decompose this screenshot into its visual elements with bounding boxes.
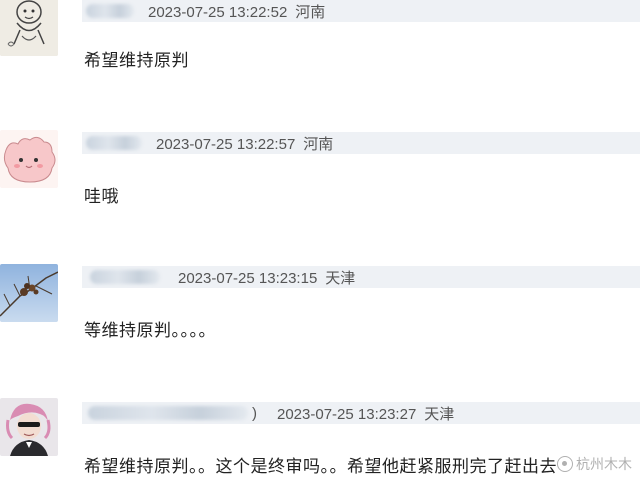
comment-location: 天津 [325, 269, 356, 287]
watermark-text: 杭州木木 [576, 457, 632, 473]
comment-location: 河南 [295, 3, 326, 21]
watermark: 杭州木木 [557, 454, 632, 474]
comment-meta: 2023-07-25 13:23:27 天津 [277, 403, 454, 424]
comment-timestamp: 2023-07-25 13:23:15 [178, 269, 318, 287]
anime-character-avatar-icon [0, 398, 58, 456]
comment-text: 希望维持原判 [84, 51, 189, 71]
username-suffix: ) [252, 404, 257, 422]
tree-branch-avatar-icon [0, 264, 58, 322]
avatar[interactable] [0, 398, 58, 456]
comment-text: 希望维持原判。。这个是终审吗。。希望他赶紧服刑完了赶出去 [84, 457, 557, 477]
avatar[interactable] [0, 264, 58, 322]
comment-meta-bar: 2023-07-25 13:23:15 天津 [82, 266, 640, 288]
comment-location: 河南 [303, 135, 334, 153]
comment-timestamp: 2023-07-25 13:22:52 [148, 3, 288, 21]
comment-text: 哇哦 [84, 187, 119, 207]
comment-meta: 2023-07-25 13:23:15 天津 [178, 267, 355, 288]
avatar[interactable] [0, 0, 58, 56]
comment-meta: 2023-07-25 13:22:57 河南 [156, 133, 333, 154]
comment-meta: 2023-07-25 13:22:52 河南 [148, 1, 325, 22]
cartoon-gesture-avatar-icon [0, 0, 58, 56]
username-blurred[interactable] [86, 136, 142, 150]
watermark-logo-icon [557, 456, 573, 472]
comment-timestamp: 2023-07-25 13:22:57 [156, 135, 296, 153]
username-blurred[interactable] [90, 270, 160, 284]
pink-creature-avatar-icon [0, 130, 58, 188]
comment-meta-bar: 2023-07-25 13:22:52 河南 [82, 0, 640, 22]
avatar[interactable] [0, 130, 58, 188]
comment-meta-bar: ) 2023-07-25 13:23:27 天津 [82, 402, 640, 424]
comment-timestamp: 2023-07-25 13:23:27 [277, 405, 417, 423]
comment-text: 等维持原判。。。。 [84, 321, 216, 341]
comment-meta-bar: 2023-07-25 13:22:57 河南 [82, 132, 640, 154]
username-blurred[interactable] [88, 406, 248, 420]
comment-location: 天津 [424, 405, 455, 423]
username-blurred[interactable] [86, 4, 134, 18]
